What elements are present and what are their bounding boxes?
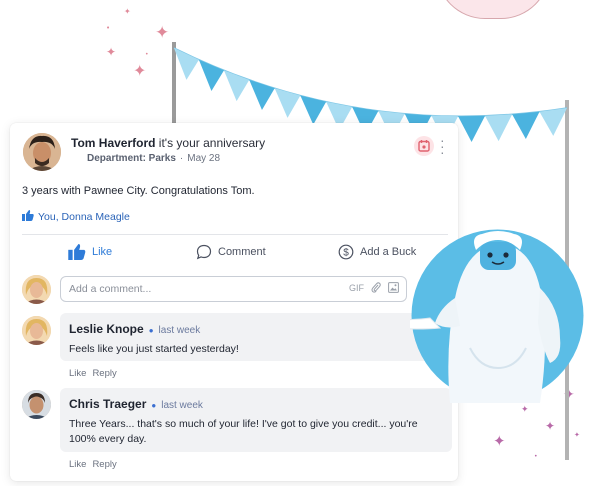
add-buck-button-label: Add a Buck [360,246,417,258]
avatar[interactable] [22,275,51,304]
bunting-flag [274,88,301,118]
post-headline-text: it's your anniversary [155,136,266,150]
divider [22,234,448,235]
comment-text: Feels like you just started yesterday! [69,343,239,355]
thumbs-up-icon [68,244,86,260]
separator-dot: ● [151,401,157,410]
bunting-flag [174,48,199,80]
comment-input-tools: GIF [349,282,399,293]
comment-button-label: Comment [218,246,266,258]
avatar[interactable] [22,390,51,419]
post-headline: Tom Haverford it's your anniversary [71,136,265,150]
comment-header: Leslie Knope ● last week [69,322,200,336]
comment-bubble: Chris Traeger ● last week Three Years... t… [60,388,452,452]
post-body: 3 years with Pawnee City. Congratulation… [22,185,255,197]
comment-reply-link[interactable]: Reply [92,459,116,470]
comment-button[interactable]: Comment [196,241,266,263]
bunting-flag [458,115,486,143]
likers-row[interactable]: You, Donna Meagle [22,210,130,223]
comment-bubble-icon [196,244,212,260]
like-button-label: Like [92,246,113,258]
gif-button[interactable]: GIF [349,283,364,293]
thumbs-up-icon [22,210,34,221]
post-date: May 28 [187,153,221,164]
post-meta: Department: Parks · May 28 [87,153,220,164]
separator-dot: ● [148,326,154,335]
like-button[interactable]: Like [68,241,112,263]
comment-actions: Like Reply [69,459,123,470]
comment-text: Three Years... that's so much of your li… [69,418,418,445]
yeti-mascot-illustration [385,228,585,403]
svg-text:$: $ [343,248,349,259]
avatar[interactable] [23,133,61,171]
more-options-icon[interactable]: · · · [440,133,445,159]
comment-actions: Like Reply [69,368,123,379]
post-author-name[interactable]: Tom Haverford [71,136,155,150]
bunting-flag [539,108,567,136]
bunting-flag [512,111,540,140]
comment-header: Chris Traeger ● last week [69,397,203,411]
anniversary-post-card: Tom Haverford it's your anniversary Depa… [10,123,458,481]
add-buck-button[interactable]: $ Add a Buck [338,241,416,263]
bunting-flag [485,114,513,142]
comment-author[interactable]: Leslie Knope [69,322,144,336]
comment-time: last week [158,325,201,336]
avatar[interactable] [22,316,51,345]
comment-author[interactable]: Chris Traeger [69,397,146,411]
image-icon[interactable] [388,282,399,293]
likers-text: You, Donna Meagle [38,211,130,223]
bunting-flag [300,95,327,125]
comment-time: last week [161,400,203,411]
dollar-icon: $ [338,244,354,260]
calendar-icon[interactable] [414,136,434,156]
comment-like-link[interactable]: Like [69,459,86,470]
department-label: Department: Parks [87,153,176,164]
comment-reply-link[interactable]: Reply [92,368,116,379]
separator-dot: · [179,153,184,164]
attachment-icon[interactable] [371,282,381,293]
comment-bubble: Leslie Knope ● last week Feels like you ju… [60,313,452,361]
comment-like-link[interactable]: Like [69,368,86,379]
bunting-flag [249,79,275,111]
